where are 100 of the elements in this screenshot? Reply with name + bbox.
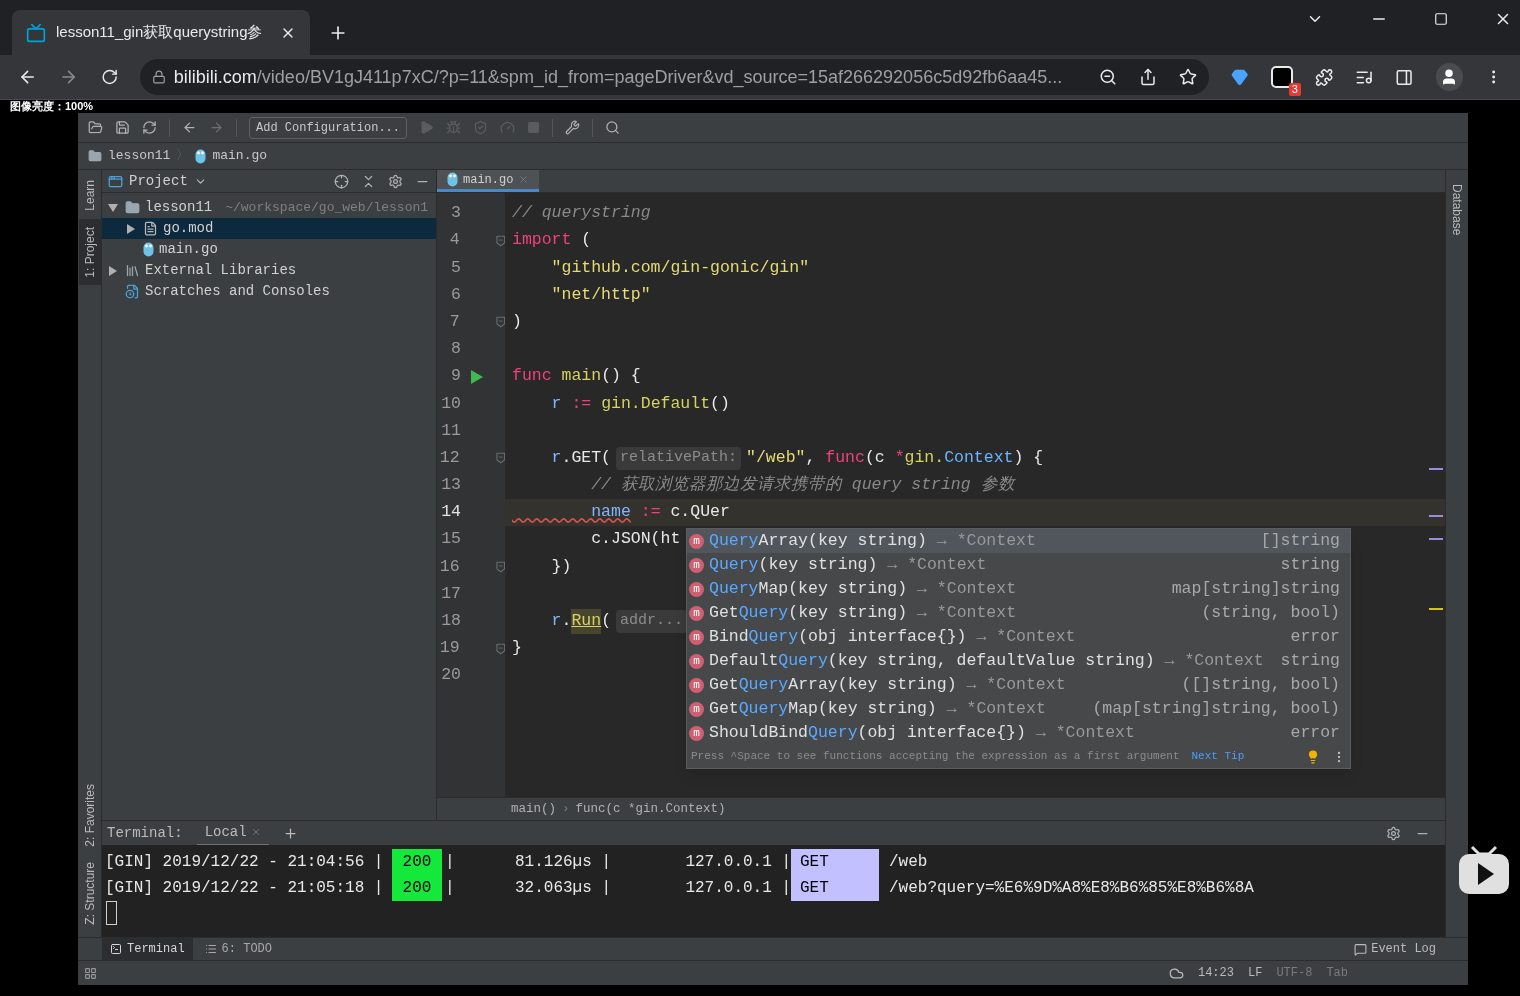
code-text: r	[550, 610, 562, 633]
browser-tab[interactable]: lesson11_gin获取querystring参	[12, 10, 310, 55]
play-overlay-icon[interactable]	[1458, 845, 1510, 895]
line-number: 3	[450, 202, 461, 225]
panel-title[interactable]: Project	[129, 170, 188, 192]
code-text: Context	[944, 446, 1014, 469]
tool-window-tab[interactable]: 1: Project	[78, 218, 101, 286]
editor-tab[interactable]: main.go	[437, 170, 540, 192]
completion-item[interactable]: m GetQueryArray(key string) → *Context ([]string, bool)	[687, 673, 1350, 697]
layout-icon[interactable]	[84, 966, 97, 980]
new-terminal-icon[interactable]	[282, 825, 298, 841]
tool-window-tab[interactable]: Learn	[78, 172, 101, 219]
line-number: 18	[440, 610, 461, 633]
tool-tab[interactable]: 6: TODO	[196, 937, 281, 961]
line-number: 5	[450, 256, 461, 279]
method-icon: m	[689, 533, 704, 549]
method-icon: m	[689, 677, 704, 693]
maximize-icon[interactable]	[1434, 12, 1448, 26]
library-icon	[125, 263, 140, 278]
address-bar[interactable]: bilibili.com/video/BV1gJ411p7xC/?p=11&spm_id_from=pageDriver&vd_source=15af266292056c5d92fb6aa45...	[139, 59, 1210, 95]
terminal-text: 127.0.0.1 |	[684, 852, 791, 873]
go-file-icon	[143, 242, 154, 257]
breadcrumb-item[interactable]: main()	[511, 799, 556, 819]
completion-item[interactable]: m ShouldBindQuery(obj interface{}) → *Context error	[687, 721, 1350, 745]
extension-icon[interactable]	[1270, 66, 1293, 88]
lightbulb-icon[interactable]	[1306, 749, 1320, 764]
code-text: r	[550, 392, 562, 415]
completion-item[interactable]: m QueryArray(key string) → *Context []string	[687, 529, 1350, 553]
tree-item[interactable]: go.mod	[102, 218, 436, 239]
http-method: GET	[791, 875, 879, 901]
code-text: *	[894, 446, 905, 469]
go-file-icon	[195, 148, 207, 164]
sync-icon[interactable]	[142, 120, 157, 135]
code-text: (c	[864, 446, 886, 469]
puzzle-icon[interactable]	[1314, 67, 1334, 87]
completion-type: (string, bool)	[1201, 601, 1340, 624]
line-number: 12	[438, 446, 460, 469]
settings-icon[interactable]	[1386, 825, 1401, 841]
breadcrumb-item[interactable]: lesson11	[108, 146, 171, 166]
settings-icon[interactable]	[388, 173, 403, 189]
collapse-arrow-icon[interactable]	[106, 202, 120, 213]
completion-item[interactable]: m DefaultQuery(key string, defaultValue string) → *Context string	[687, 649, 1350, 673]
breadcrumb-item[interactable]: func(c *gin.Context)	[575, 799, 726, 819]
share-icon[interactable]	[1139, 68, 1158, 86]
code-text: :=	[639, 501, 661, 524]
tree-item[interactable]: External Libraries	[102, 260, 436, 281]
tree-item[interactable]: Scratches and Consoles	[102, 281, 436, 302]
completion-type: ([]string, bool)	[1181, 673, 1340, 696]
bookmark-star-icon[interactable]	[1179, 68, 1198, 86]
save-icon[interactable]	[115, 120, 130, 135]
code-text: ) {	[1013, 446, 1044, 469]
tool-window-tab[interactable]: Database	[1448, 184, 1466, 236]
tree-item[interactable]: lesson11 ~/workspace/go_web/lesson1	[102, 197, 436, 218]
status-code: 200	[392, 875, 442, 901]
completion-receiver: → *Context	[917, 577, 1017, 600]
breadcrumb-item[interactable]: main.go	[212, 146, 268, 166]
event-log-button[interactable]: Event Log	[1354, 940, 1436, 958]
code-text: "net/http"	[550, 283, 651, 306]
completion-item[interactable]: m GetQueryMap(key string) → *Context (map[string]string, bool)	[687, 697, 1350, 721]
completion-type: string	[1280, 553, 1340, 576]
reload-icon[interactable]	[100, 68, 118, 86]
completion-item[interactable]: m GetQuery(key string) → *Context (string, bool)	[687, 601, 1350, 625]
completion-item[interactable]: m BindQuery(obj interface{}) → *Context error	[687, 625, 1350, 649]
side-panel-icon[interactable]	[1395, 67, 1414, 87]
next-tip-link[interactable]: Next Tip	[1191, 748, 1245, 765]
line-number: 7	[448, 310, 460, 333]
code-text: "github.com/gin-gonic/gin"	[550, 256, 810, 279]
completion-name: DefaultQuery(key string, defaultValue string)	[709, 649, 1155, 672]
zoom-icon[interactable]	[1099, 68, 1118, 86]
completion-item[interactable]: m Query(key string) → *Context string	[687, 553, 1350, 577]
tool-window-tab[interactable]: Z: Structure	[78, 854, 101, 933]
open-folder-icon[interactable]	[88, 120, 103, 135]
status-item[interactable]: 14:23	[1197, 964, 1234, 982]
line-number: 19	[438, 637, 460, 660]
code-text: gin.	[904, 446, 945, 469]
tree-path: ~/workspace/go_web/lesson1	[225, 198, 429, 217]
profile-avatar[interactable]	[1435, 63, 1463, 91]
status-code: 200	[392, 849, 442, 875]
tree-item[interactable]: main.go	[102, 239, 436, 260]
completion-name: QueryMap(key string)	[709, 577, 908, 600]
terminal-icon	[110, 943, 122, 955]
gem-extension-icon[interactable]	[1231, 68, 1249, 86]
tool-window-tab[interactable]: 2: Favorites	[78, 775, 101, 855]
code-text: main	[560, 365, 602, 388]
wrench-icon[interactable]	[565, 120, 581, 135]
code-text: r	[550, 446, 562, 469]
search-icon[interactable]	[605, 120, 621, 135]
method-icon: m	[689, 605, 704, 621]
go-file-icon	[447, 172, 458, 187]
completion-name: BindQuery(obj interface{})	[709, 625, 967, 648]
completion-type: error	[1290, 625, 1340, 648]
completion-item[interactable]: m QueryMap(key string) → *Context map[string]string	[687, 577, 1350, 601]
add-configuration-button[interactable]: Add Configuration...	[249, 116, 408, 139]
completion-receiver: → *Context	[1164, 649, 1264, 672]
line-number: 15	[440, 528, 461, 551]
back-icon[interactable]	[182, 120, 197, 135]
run-icon[interactable]	[471, 369, 483, 384]
tool-tab[interactable]: Terminal	[102, 937, 193, 961]
locate-icon[interactable]	[334, 173, 349, 189]
status-item[interactable]: LF	[1247, 964, 1263, 982]
